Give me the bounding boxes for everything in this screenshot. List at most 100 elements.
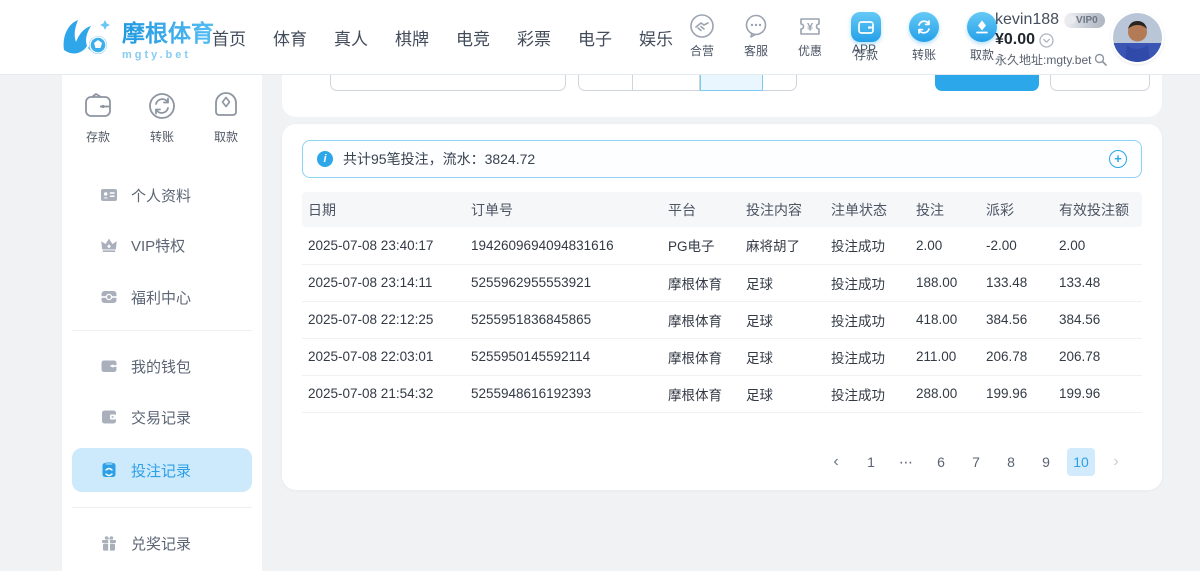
pagination-prev-button[interactable]: ‹ xyxy=(822,448,850,476)
gift-icon xyxy=(100,534,118,552)
nav-item-casino[interactable]: 娱乐 xyxy=(639,25,673,50)
sidebar-transfer-button[interactable]: 转账 xyxy=(144,88,180,145)
sidebar-item-vip[interactable]: VIP特权 xyxy=(72,223,252,267)
sidebar-item-welfare[interactable]: 福利中心 xyxy=(72,275,252,319)
sidebar-quick-actions: 存款 转账 取款 xyxy=(62,88,262,145)
deposit-button[interactable]: 存款 xyxy=(845,12,887,63)
col-header-platform: 平台 xyxy=(662,192,740,227)
brand-logo-icon xyxy=(58,12,116,62)
chevron-down-icon[interactable] xyxy=(1039,33,1054,48)
sidebar-deposit-label: 存款 xyxy=(86,128,110,145)
pagination-page-8[interactable]: 8 xyxy=(997,448,1025,476)
reset-button[interactable] xyxy=(1050,75,1150,91)
magnifier-icon[interactable] xyxy=(1094,53,1107,66)
col-header-valid: 有效投注额 xyxy=(1053,192,1142,227)
sidebar-transfer-label: 转账 xyxy=(150,128,174,145)
cell-content: 足球 xyxy=(740,375,825,412)
transfer-label: 转账 xyxy=(912,46,936,63)
transfer-outline-icon xyxy=(144,88,180,124)
cell-payout: -2.00 xyxy=(980,227,1053,264)
sidebar-item-label: 我的钱包 xyxy=(131,356,191,377)
svg-text:¥: ¥ xyxy=(807,22,814,34)
sidebar-divider xyxy=(72,507,252,508)
cell-valid: 2.00 xyxy=(1053,227,1142,264)
id-card-icon xyxy=(100,186,118,204)
avatar[interactable] xyxy=(1113,13,1162,62)
customer-service-icon xyxy=(743,13,769,39)
balance-amount: ¥0.00 xyxy=(995,31,1035,49)
pagination-ellipsis[interactable]: ⋯ xyxy=(892,448,920,476)
sidebar-item-wallet[interactable]: 我的钱包 xyxy=(72,344,252,388)
sidebar: 存款 转账 取款 个人资料 VIP特权 福 xyxy=(62,75,262,571)
deposit-outline-icon xyxy=(80,88,116,124)
pagination-page-10-active[interactable]: 10 xyxy=(1067,448,1095,476)
sidebar-divider xyxy=(72,330,252,331)
col-header-bet: 投注 xyxy=(910,192,980,227)
nav-item-lottery[interactable]: 彩票 xyxy=(517,25,551,50)
cell-bet: 288.00 xyxy=(910,375,980,412)
pagination-next-button[interactable]: › xyxy=(1102,448,1130,476)
transaction-record-icon xyxy=(100,408,118,426)
cell-bet: 418.00 xyxy=(910,301,980,338)
nav-item-esports[interactable]: 电竞 xyxy=(456,25,490,50)
sidebar-deposit-button[interactable]: 存款 xyxy=(80,88,116,145)
promotions-button[interactable]: ¥ 优惠 xyxy=(790,13,830,59)
col-header-order: 订单号 xyxy=(465,192,662,227)
table-header-row: 日期 订单号 平台 投注内容 注单状态 投注 派彩 有效投注额 xyxy=(302,192,1142,227)
col-header-content: 投注内容 xyxy=(740,192,825,227)
nav-item-home[interactable]: 首页 xyxy=(212,25,246,50)
partner-button[interactable]: 合营 xyxy=(682,13,722,59)
username[interactable]: kevin188 xyxy=(995,11,1059,29)
cell-platform: 摩根体育 xyxy=(662,375,740,412)
transfer-button[interactable]: 转账 xyxy=(903,12,945,63)
nav-item-slots[interactable]: 电子 xyxy=(578,25,612,50)
promotions-label: 优惠 xyxy=(798,42,822,59)
sidebar-item-label: 个人资料 xyxy=(131,185,191,206)
cell-payout: 384.56 xyxy=(980,301,1053,338)
nav-item-sports[interactable]: 体育 xyxy=(273,25,307,50)
date-range-segment[interactable] xyxy=(633,75,700,91)
sidebar-item-label: 投注记录 xyxy=(131,460,191,481)
pagination-page-7[interactable]: 7 xyxy=(962,448,990,476)
date-range-segment[interactable] xyxy=(763,75,797,91)
col-header-date: 日期 xyxy=(302,192,465,227)
bet-records-table: 日期 订单号 平台 投注内容 注单状态 投注 派彩 有效投注额 2025-07-… xyxy=(302,192,1142,413)
bet-record-icon xyxy=(100,461,118,479)
customer-service-button[interactable]: 客服 xyxy=(736,13,776,59)
col-header-payout: 派彩 xyxy=(980,192,1053,227)
bet-records-panel: i 共计95笔投注，流水：3824.72 + 日期 订单号 平台 投注内容 注单… xyxy=(282,124,1162,490)
cell-status: 投注成功 xyxy=(825,375,910,412)
pagination-page-9[interactable]: 9 xyxy=(1032,448,1060,476)
sidebar-item-bet-records[interactable]: 投注记录 xyxy=(72,448,252,492)
filter-select-input[interactable] xyxy=(330,75,566,91)
pagination-page-1[interactable]: 1 xyxy=(857,448,885,476)
nav-item-live[interactable]: 真人 xyxy=(334,25,368,50)
crown-icon xyxy=(100,236,118,254)
sidebar-item-transactions[interactable]: 交易记录 xyxy=(72,395,252,439)
cell-payout: 133.48 xyxy=(980,264,1053,301)
date-range-segment[interactable] xyxy=(578,75,633,91)
sidebar-item-profile[interactable]: 个人资料 xyxy=(72,173,252,217)
sidebar-withdraw-button[interactable]: 取款 xyxy=(208,88,244,145)
top-header: 摩根体育 mgty.bet 首页 体育 真人 棋牌 电竞 彩票 电子 娱乐 合营 xyxy=(0,0,1200,75)
date-range-segment-active[interactable] xyxy=(700,75,763,91)
table-row: 2025-07-08 21:54:32 5255948616192393 摩根体… xyxy=(302,375,1142,412)
summary-text: 共计95笔投注，流水：3824.72 xyxy=(343,149,1109,169)
cell-valid: 199.96 xyxy=(1053,375,1142,412)
user-info: kevin188 VIP0 ¥0.00 永久地址:mgty.bet xyxy=(995,11,1115,68)
brand-logo[interactable]: 摩根体育 mgty.bet xyxy=(58,12,214,62)
pagination-page-6[interactable]: 6 xyxy=(927,448,955,476)
circle-plus-icon[interactable]: + xyxy=(1109,150,1127,168)
withdraw-icon xyxy=(967,12,997,42)
brand-domain: mgty.bet xyxy=(122,49,214,61)
handshake-icon xyxy=(689,13,715,39)
nav-item-board[interactable]: 棋牌 xyxy=(395,25,429,50)
customer-service-label: 客服 xyxy=(744,42,768,59)
sidebar-item-label: VIP特权 xyxy=(131,235,185,256)
welfare-coin-icon xyxy=(100,288,118,306)
pagination: ‹ 1 ⋯ 6 7 8 9 10 › xyxy=(822,448,1130,476)
sidebar-item-prize-records[interactable]: 兑奖记录 xyxy=(72,521,252,565)
sidebar-item-label: 交易记录 xyxy=(131,407,191,428)
cell-content: 足球 xyxy=(740,338,825,375)
search-button[interactable] xyxy=(935,75,1039,91)
